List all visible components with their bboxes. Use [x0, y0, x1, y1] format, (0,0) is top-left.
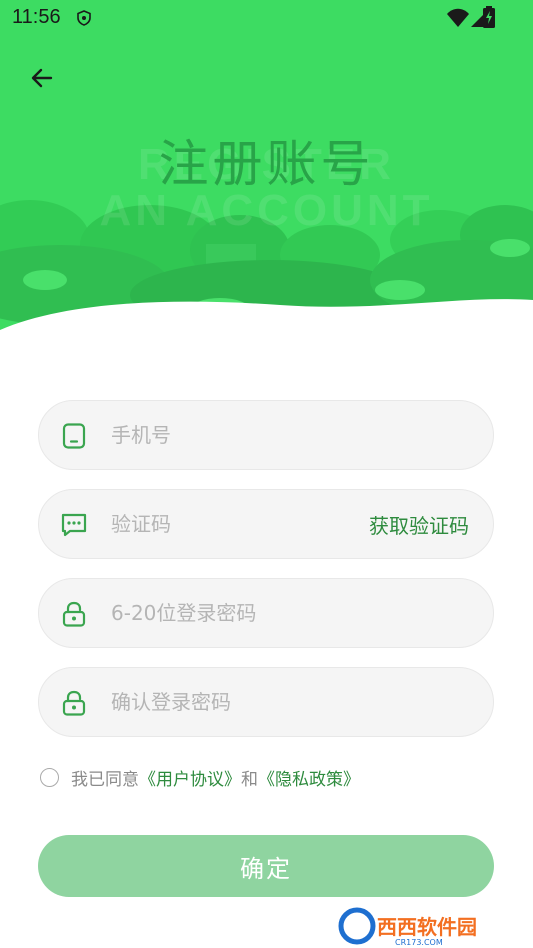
message-icon	[61, 513, 87, 537]
status-time: 11:56	[12, 6, 61, 28]
agreement-radio[interactable]	[40, 767, 59, 787]
phone-field	[38, 400, 494, 470]
status-bar: 11:56	[0, 0, 533, 36]
code-field: 获取验证码	[38, 489, 494, 559]
confirm-password-input[interactable]	[111, 668, 371, 736]
lock-icon	[62, 690, 86, 716]
confirm-button[interactable]: 确定	[38, 835, 494, 897]
watermark-brand: 西西软件园	[377, 915, 477, 939]
password-input[interactable]	[111, 579, 371, 647]
agreement-prefix: 我已同意	[71, 769, 139, 790]
shield-icon	[77, 10, 91, 26]
get-code-button[interactable]: 获取验证码	[369, 510, 469, 539]
agreement-row: 我已同意 《用户协议》 和 《隐私政策》	[40, 765, 360, 790]
page-title: 注册账号	[158, 135, 375, 193]
phone-input[interactable]	[111, 401, 371, 469]
back-button[interactable]	[22, 58, 62, 98]
battery-icon	[483, 6, 495, 28]
watermark-badge: 西西软件园 CR173.COM	[333, 904, 533, 948]
back-arrow-icon	[31, 68, 53, 88]
password-field	[38, 578, 494, 648]
phone-icon	[62, 423, 86, 449]
lock-icon	[62, 601, 86, 627]
agreement-and: 和	[241, 769, 258, 790]
wifi-icon	[447, 8, 469, 27]
watermark-site: CR173.COM	[395, 938, 443, 947]
code-input[interactable]	[111, 490, 371, 558]
privacy-policy-link[interactable]: 《隐私政策》	[258, 765, 360, 790]
user-agreement-link[interactable]: 《用户协议》	[139, 765, 241, 790]
confirm-password-field	[38, 667, 494, 737]
